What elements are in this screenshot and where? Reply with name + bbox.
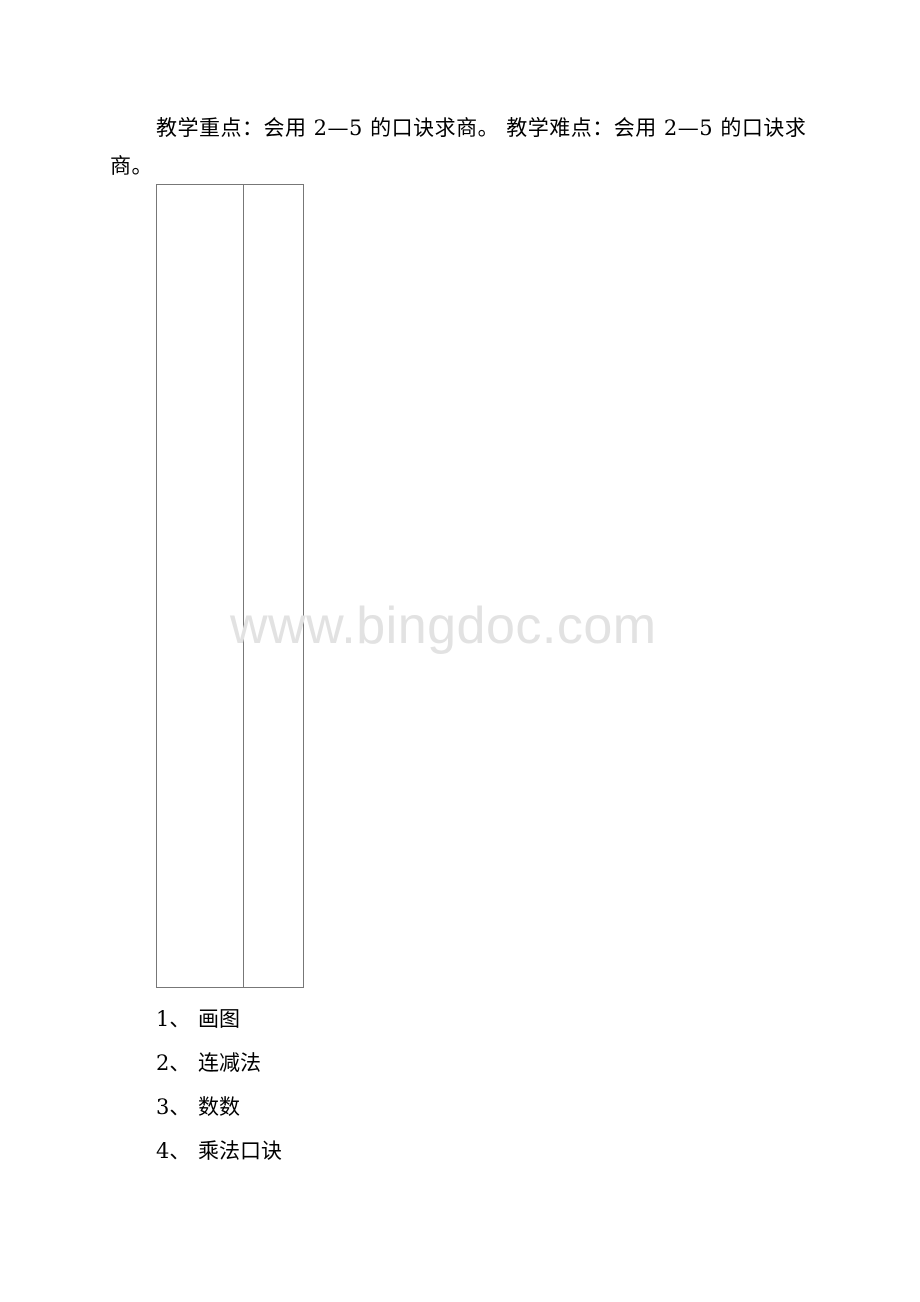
teaching-focus-paragraph: 教学重点：会用 2—5 的口诀求商。 教学难点：会用 2—5 的口诀求商。 bbox=[110, 116, 807, 178]
list-item-number: 1、 bbox=[156, 1007, 191, 1031]
list-item-text: 乘法口诀 bbox=[198, 1139, 282, 1163]
list-item: 3、 数数 bbox=[156, 1091, 282, 1135]
list-item-text: 连减法 bbox=[198, 1051, 261, 1075]
table-column-divider bbox=[243, 185, 244, 987]
empty-table bbox=[156, 184, 304, 988]
list-item-number: 2、 bbox=[156, 1051, 191, 1075]
list-item: 2、 连减法 bbox=[156, 1047, 282, 1091]
list-item-number: 4、 bbox=[156, 1139, 191, 1163]
list-item: 4、 乘法口诀 bbox=[156, 1135, 282, 1179]
list-item: 1、 画图 bbox=[156, 1003, 282, 1047]
list-item-text: 画图 bbox=[198, 1007, 240, 1031]
list-item-text: 数数 bbox=[198, 1095, 240, 1119]
list-item-number: 3、 bbox=[156, 1095, 191, 1119]
method-list: 1、 画图 2、 连减法 3、 数数 4、 乘法口诀 bbox=[156, 1003, 282, 1179]
